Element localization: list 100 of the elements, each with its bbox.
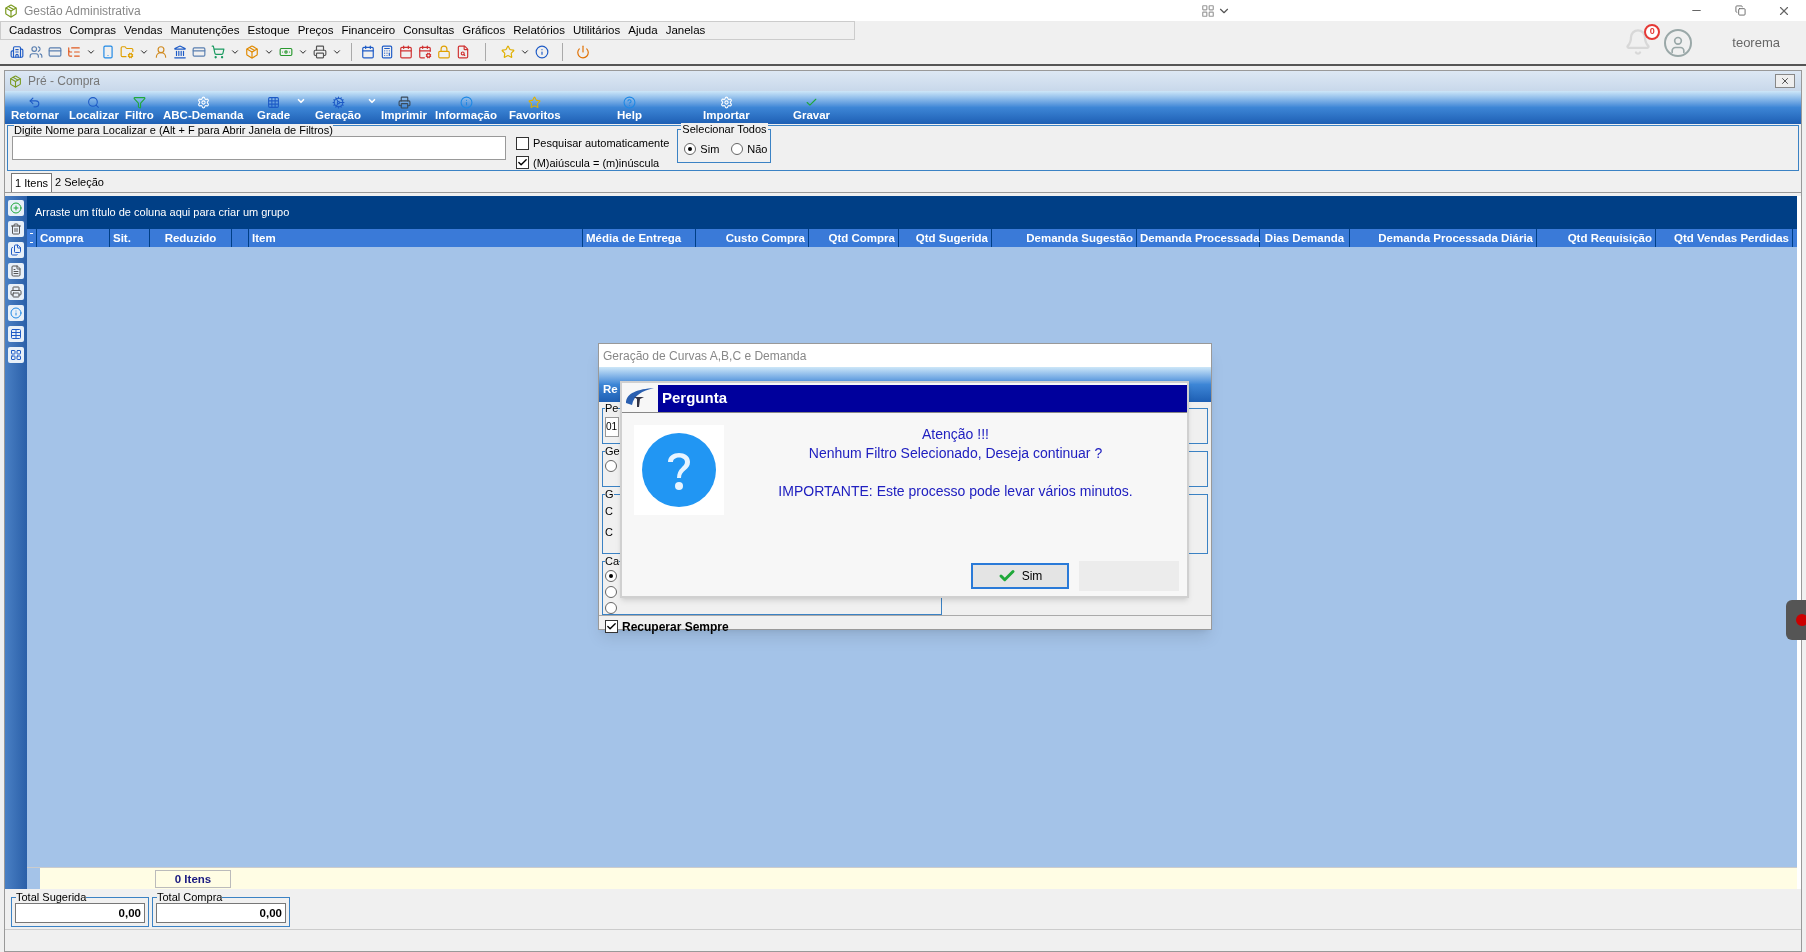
caret-icon[interactable] [332, 47, 342, 57]
toolbar-button[interactable]: Filtro [123, 96, 156, 124]
caret-icon[interactable] [298, 47, 308, 57]
calendar-icon[interactable] [418, 45, 432, 59]
checkbox[interactable] [516, 136, 529, 150]
card-icon[interactable] [48, 45, 62, 59]
close-button[interactable] [1775, 74, 1795, 88]
radio-button[interactable] [605, 586, 617, 598]
toolbar-button[interactable]: Retornar [9, 96, 61, 124]
calculator-icon[interactable] [380, 45, 394, 59]
menu-item[interactable]: Consultas [403, 21, 455, 40]
caret-icon[interactable] [86, 47, 96, 57]
check-icon [805, 96, 819, 109]
tab[interactable]: 2 Seleção [52, 173, 107, 192]
cart-icon[interactable] [211, 45, 225, 59]
person-icon[interactable] [154, 45, 168, 59]
menu-item[interactable]: Ajuda [628, 21, 658, 40]
table-icon[interactable] [8, 326, 24, 342]
tab[interactable]: 1 Itens [11, 173, 53, 192]
radio-button[interactable] [605, 602, 617, 614]
toolbar-button[interactable]: ABC-Demanda [161, 96, 246, 124]
toolbar-button[interactable]: Grade [255, 96, 293, 124]
column-header[interactable]: Dias Demanda [1260, 229, 1350, 247]
toolbar-button[interactable]: Localizar [67, 96, 121, 124]
column-header[interactable]: Custo Compra [696, 229, 809, 247]
calendar-icon[interactable] [399, 45, 413, 59]
checkbox[interactable] [605, 620, 618, 633]
caret-icon[interactable] [264, 47, 274, 57]
phone-icon[interactable] [101, 45, 115, 59]
menu-item[interactable]: Utilitários [572, 21, 621, 40]
menu-item[interactable]: Financeiro [341, 21, 396, 40]
toolbar-button[interactable]: Geração [313, 96, 364, 124]
toolbar-button[interactable]: Informação [433, 96, 499, 124]
radio-button[interactable] [605, 570, 617, 582]
menu-item[interactable]: Gráficos [462, 21, 506, 40]
column-header[interactable]: Qtd Requisição [1537, 229, 1656, 247]
menu-item[interactable]: Relatórios [513, 21, 565, 40]
star-icon[interactable] [501, 45, 515, 59]
window-icon [9, 74, 22, 88]
document-icon[interactable] [456, 45, 470, 59]
menu-item[interactable]: Preços [297, 21, 334, 40]
caret-icon[interactable] [367, 96, 378, 106]
menu-item[interactable]: Estoque [247, 21, 290, 40]
toolbar-button[interactable]: Favoritos [507, 96, 563, 124]
power-icon[interactable] [576, 45, 590, 59]
document-icon[interactable] [8, 263, 24, 279]
message-text: Nenhum Filtro Selecionado, Deseja continuar ? [808, 444, 1103, 463]
printer-icon[interactable] [313, 45, 327, 59]
column-header[interactable]: Demanda Processada [1137, 229, 1260, 247]
menu-item[interactable]: Vendas [124, 21, 163, 40]
radio-button[interactable] [731, 143, 744, 155]
toolbar-button[interactable]: Imprimir [379, 96, 429, 124]
trash-icon[interactable] [8, 221, 24, 237]
column-header[interactable]: Demanda Processada Diária [1350, 229, 1537, 247]
search-field[interactable] [12, 136, 506, 160]
people-icon[interactable] [29, 45, 43, 59]
menu-item[interactable]: Cadastros [9, 21, 62, 40]
toolbar-button[interactable]: Gravar [791, 96, 833, 124]
window-title: Pré - Compra [28, 73, 101, 90]
money-icon[interactable] [279, 45, 293, 59]
copy-icon[interactable] [8, 242, 24, 258]
column-header[interactable]: Qtd Sugerida [899, 229, 992, 247]
caret-icon[interactable] [139, 47, 149, 57]
toolbar-button[interactable]: Help [615, 96, 644, 124]
column-header[interactable]: Compra [37, 229, 110, 247]
column-header[interactable]: Demanda Sugestão [992, 229, 1137, 247]
caret-icon[interactable] [230, 47, 240, 57]
column-menu-icon[interactable] [27, 229, 37, 247]
caret-icon[interactable] [296, 96, 307, 106]
list-icon[interactable] [67, 45, 81, 59]
column-header[interactable]: Qtd Compra [809, 229, 899, 247]
menu-item[interactable]: Compras [69, 21, 117, 40]
column-header[interactable]: Qtd Vendas Perdidas [1656, 229, 1793, 247]
column-header[interactable]: Reduzido [150, 229, 232, 247]
yes-button[interactable]: Sim [971, 563, 1069, 589]
checkbox[interactable] [516, 156, 529, 170]
restore-icon [1734, 5, 1746, 16]
radio-button[interactable] [684, 143, 697, 155]
bank-icon[interactable] [173, 45, 187, 59]
caret-icon[interactable] [520, 47, 530, 57]
printer-icon[interactable] [8, 284, 24, 300]
message-text: Atenção !!! [922, 425, 989, 444]
dialog-title: Pergunta [662, 388, 727, 409]
radio-label: Não [747, 141, 768, 157]
menu-item[interactable]: Manutenções [170, 21, 240, 40]
building-icon[interactable] [10, 45, 24, 59]
column-header[interactable]: Sit. [110, 229, 150, 247]
toolbar-button[interactable]: Re [603, 380, 618, 402]
column-header[interactable]: Item [249, 229, 583, 247]
menu-item[interactable]: Janelas [665, 21, 706, 40]
bell-icon[interactable] [1624, 27, 1653, 56]
calendar-icon[interactable] [361, 45, 375, 59]
grid-icon[interactable] [8, 347, 24, 363]
input-field[interactable]: 01 [605, 417, 619, 437]
info-icon[interactable] [535, 45, 549, 59]
radio-button[interactable] [605, 460, 617, 472]
side-handle-icon[interactable] [1786, 600, 1806, 640]
column-header[interactable]: Média de Entrega [583, 229, 696, 247]
card-icon[interactable] [192, 45, 206, 59]
toolbar-button[interactable]: Importar [701, 96, 752, 124]
